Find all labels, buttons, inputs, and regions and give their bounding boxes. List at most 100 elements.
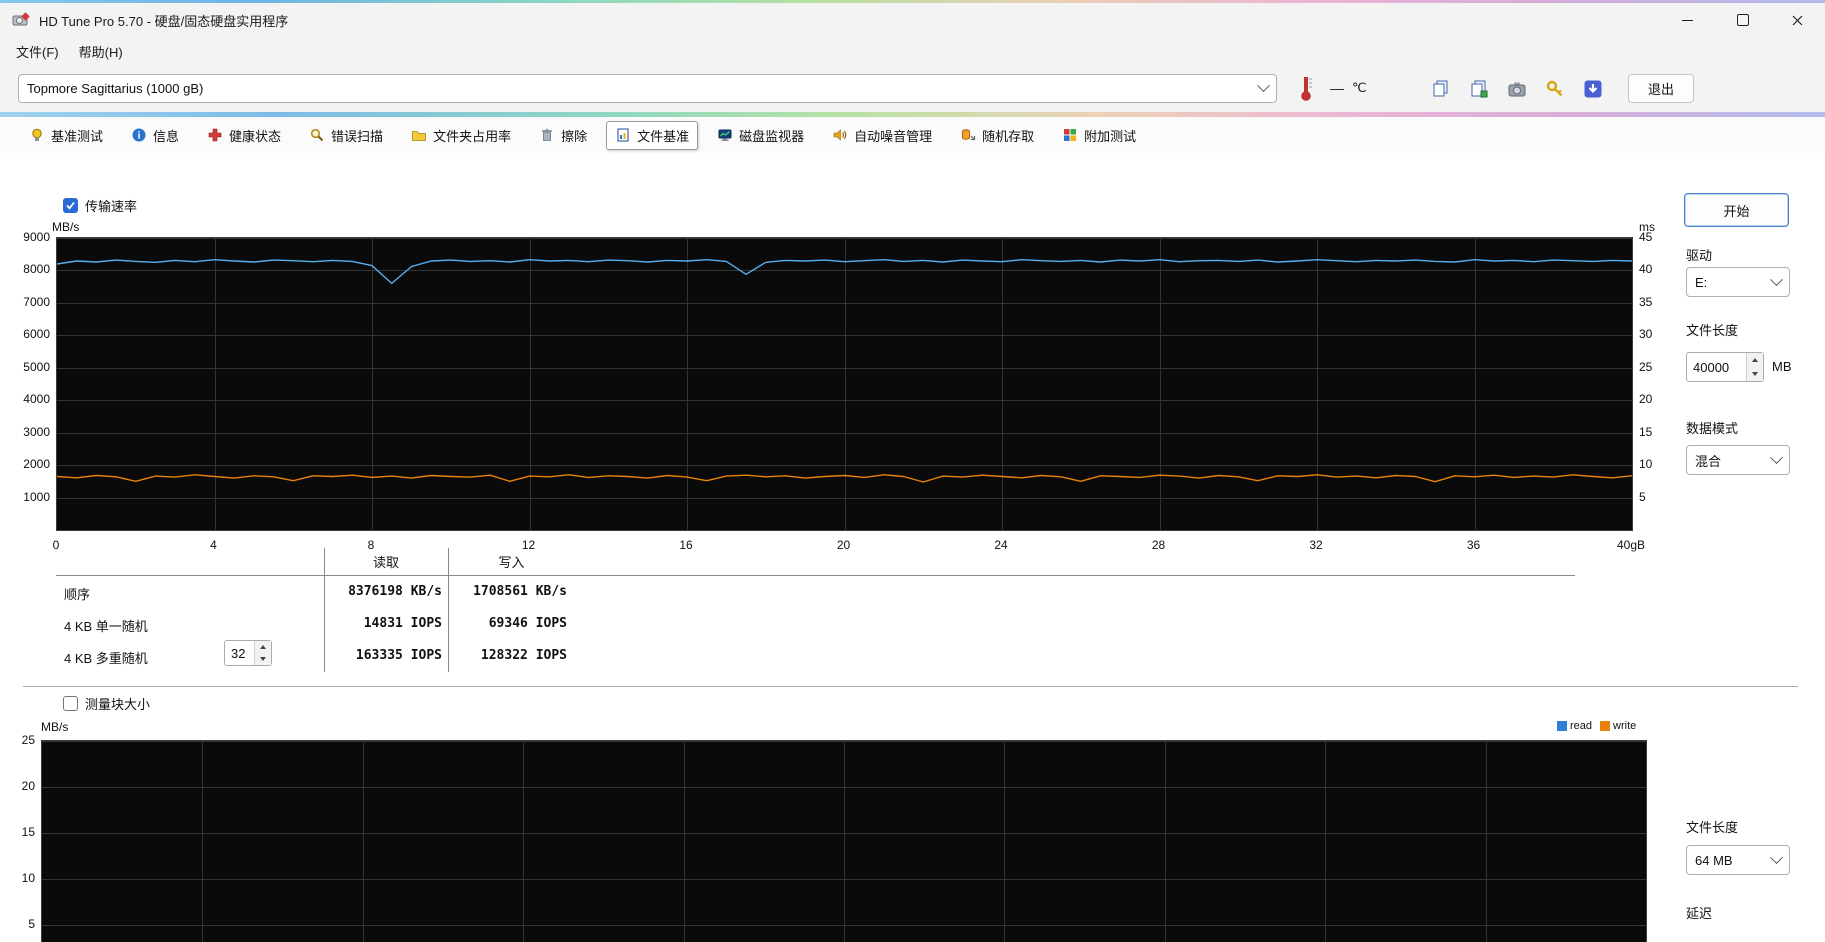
queue-depth-spinner[interactable]: 32	[224, 640, 272, 666]
sequential-write-value: 1708561 KB/s	[473, 584, 567, 599]
tab-label: 附加测试	[1084, 128, 1137, 144]
menu-file[interactable]: 文件(F)	[6, 38, 69, 65]
window-controls	[1660, 3, 1825, 37]
extra-tests-icon	[1064, 129, 1077, 141]
minimize-button[interactable]	[1660, 3, 1715, 37]
axis-tick: 20	[21, 779, 35, 793]
4k-single-write-value: 69346 IOPS	[488, 616, 567, 631]
error-scan-icon	[310, 128, 324, 142]
axis-tick: 36	[1466, 538, 1481, 552]
speaker-icon	[833, 129, 847, 141]
menubar: 文件(F) 帮助(H)	[0, 37, 1825, 66]
svg-text:i: i	[138, 131, 141, 142]
section-divider	[23, 686, 1798, 687]
copy-file-button[interactable]	[1462, 73, 1496, 104]
toolbar: Topmore Sagittarius (1000 gB) — ℃ 退出	[0, 66, 1825, 112]
drive-select[interactable]: E:	[1686, 267, 1790, 297]
file-benchmark-icon	[617, 128, 629, 142]
spinner-buttons	[254, 641, 271, 665]
row-label-4k-multi: 4 KB 多重随机	[64, 651, 148, 666]
spinner-up-icon[interactable]	[255, 641, 271, 653]
axis-tick: 1000	[23, 489, 50, 504]
tab-label: 磁盘监视器	[739, 128, 805, 144]
tab-random-access[interactable]: 随机存取	[951, 121, 1043, 150]
table-header-rule	[56, 575, 1575, 576]
row-label-4k-single: 4 KB 单一随机	[64, 619, 148, 634]
close-button[interactable]	[1770, 3, 1825, 37]
registration-button[interactable]	[1538, 73, 1572, 104]
tab-aam[interactable]: 自动噪音管理	[823, 121, 941, 150]
axis-tick: 4000	[23, 392, 50, 407]
chevron-down-icon	[1770, 450, 1783, 464]
chevron-down-icon	[1770, 272, 1783, 286]
tab-label: 错误扫描	[331, 128, 384, 144]
sequential-read-value: 8376198 KB/s	[348, 584, 442, 599]
thermometer-icon	[1298, 73, 1314, 108]
window-title: HD Tune Pro 5.70 - 硬盘/固态硬盘实用程序	[39, 13, 289, 29]
chart-canvas	[41, 740, 1647, 942]
download-icon	[1584, 80, 1602, 97]
start-button[interactable]: 开始	[1684, 193, 1789, 227]
axis-tick: 15	[21, 825, 35, 839]
tab-label: 文件夹占用率	[433, 128, 512, 144]
axis-tick: 35	[1639, 294, 1653, 309]
copy-icon	[1433, 80, 1448, 96]
tab-extra-tests[interactable]: 附加测试	[1053, 121, 1145, 150]
column-header-read: 读取	[372, 555, 399, 570]
tab-error-scan[interactable]: 错误扫描	[300, 121, 392, 150]
axis-tick: 10	[21, 871, 35, 885]
tab-health[interactable]: 健康状态	[198, 121, 290, 150]
axis-tick: 28	[1151, 538, 1166, 552]
benchmark-icon	[32, 128, 42, 141]
axis-tick: 15	[1639, 424, 1653, 439]
menu-help[interactable]: 帮助(H)	[69, 38, 133, 65]
app-icon	[12, 12, 30, 28]
tab-file-benchmark[interactable]: 文件基准	[606, 120, 699, 150]
update-button[interactable]	[1576, 73, 1610, 104]
axis-tick: 24	[994, 538, 1008, 552]
drive-combo-value: Topmore Sagittarius (1000 gB)	[27, 81, 204, 96]
checkbox-unchecked-icon	[63, 696, 78, 711]
axis-tick: 40	[1639, 262, 1653, 277]
spinner-down-icon[interactable]	[255, 653, 271, 665]
tab-disk-monitor[interactable]: 磁盘监视器	[708, 121, 813, 150]
block-size-chart: MB/s 25 20 15 10 5	[0, 716, 1690, 942]
tab-folder-usage[interactable]: 文件夹占用率	[402, 121, 520, 150]
temperature-value: —	[1330, 80, 1344, 96]
data-mode-select[interactable]: 混合	[1686, 445, 1790, 475]
tab-info[interactable]: i 信息	[122, 121, 188, 150]
block-file-length-select[interactable]: 64 MB	[1686, 845, 1790, 875]
maximize-icon	[1736, 14, 1749, 26]
block-size-checkbox[interactable]: 测量块大小	[63, 694, 150, 713]
exit-button[interactable]: 退出	[1628, 74, 1694, 103]
disk-monitor-icon	[718, 129, 732, 141]
health-icon	[208, 128, 222, 142]
axis-tick: 20	[836, 538, 851, 552]
spinner-buttons	[1746, 353, 1763, 381]
axis-tick: 8	[367, 538, 375, 552]
4k-single-read-value: 14831 IOPS	[363, 616, 442, 631]
screenshot-button[interactable]	[1500, 73, 1534, 104]
row-label-sequential: 顺序	[64, 587, 91, 602]
axis-tick: 8000	[23, 262, 50, 277]
data-mode-value: 混合	[1695, 453, 1722, 469]
file-length-spinner[interactable]: 40000	[1686, 352, 1764, 382]
copy-button[interactable]	[1424, 73, 1458, 104]
spinner-down-icon[interactable]	[1747, 367, 1763, 381]
axis-tick: 5000	[23, 359, 50, 374]
close-icon	[1792, 15, 1803, 25]
spinner-up-icon[interactable]	[1747, 353, 1763, 367]
tab-erase[interactable]: 擦除	[530, 121, 596, 150]
drive-combo[interactable]: Topmore Sagittarius (1000 gB)	[18, 74, 1277, 103]
axis-tick: 32	[1309, 538, 1323, 552]
queue-depth-value: 32	[231, 645, 246, 661]
file-length-unit: MB	[1772, 359, 1792, 374]
axis-tick: 3000	[23, 424, 50, 439]
tab-benchmark[interactable]: 基准测试	[20, 121, 112, 150]
4k-multi-write-value: 128322 IOPS	[480, 648, 567, 663]
tab-label: 随机存取	[982, 128, 1035, 144]
tabbar: 基准测试 i 信息 健康状态 错误扫描 文件夹占用率 擦除 文件基准 磁盘监视器	[0, 117, 1825, 153]
tab-label: 基准测试	[51, 128, 104, 144]
latency-label: 延迟	[1686, 906, 1713, 921]
maximize-button[interactable]	[1715, 3, 1770, 37]
